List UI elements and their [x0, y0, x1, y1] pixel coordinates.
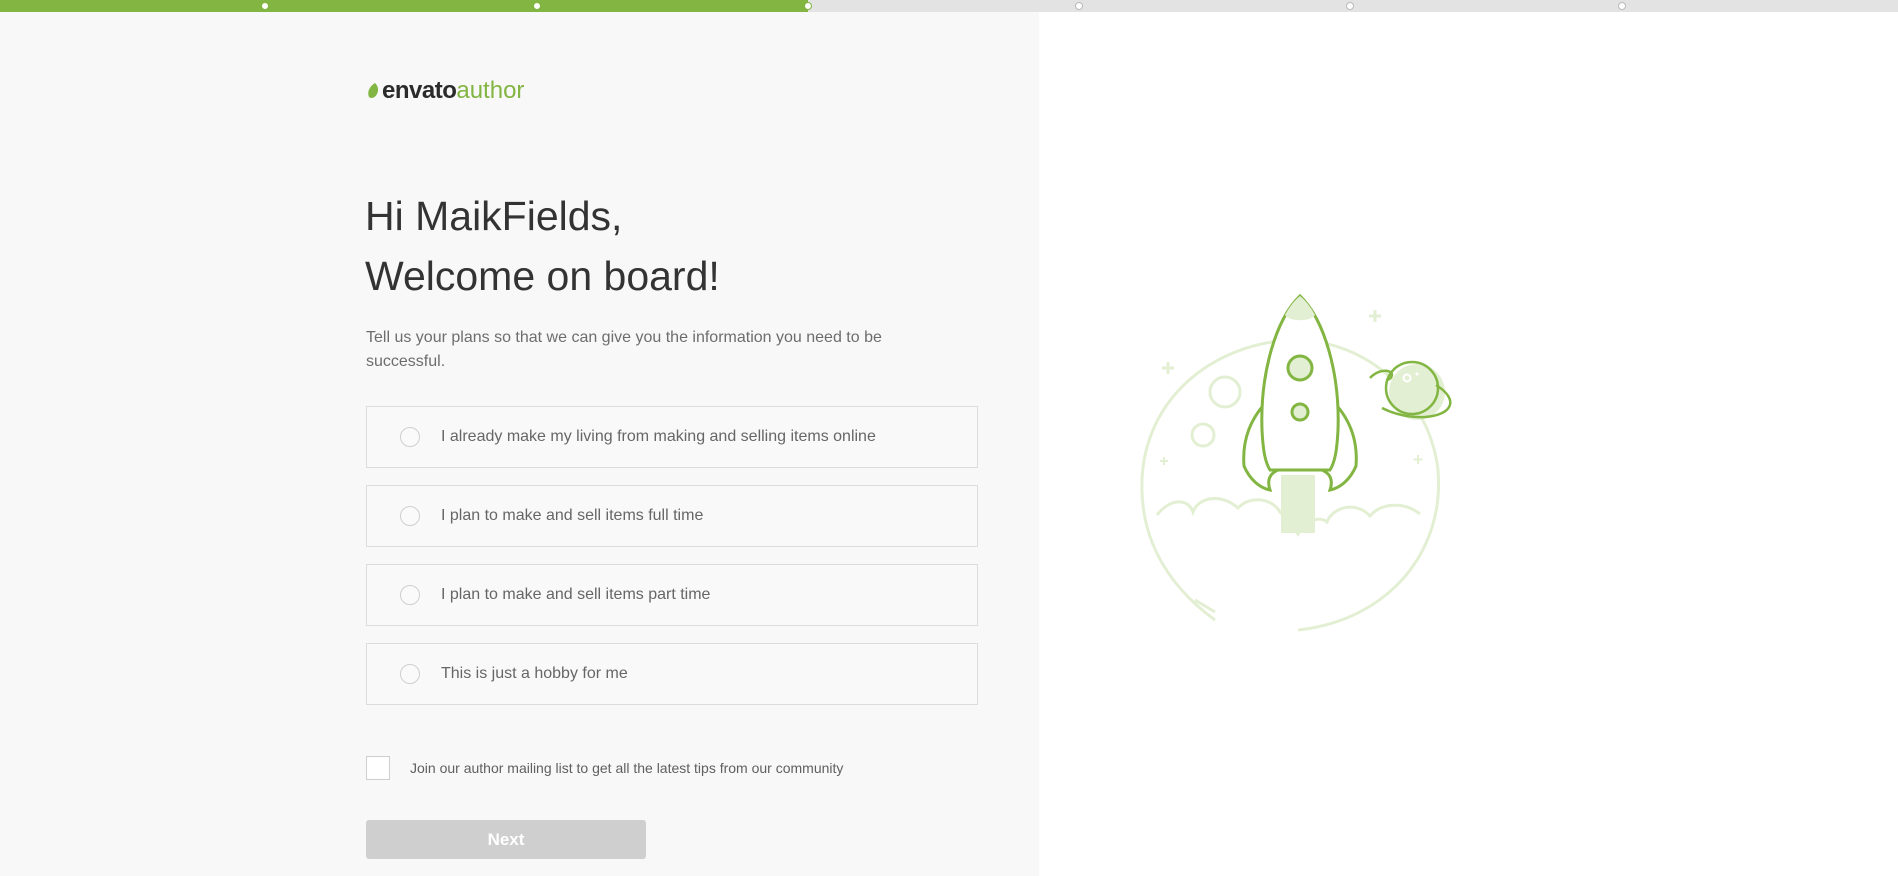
progress-step-marker: [1618, 2, 1626, 10]
mailing-list-opt-in[interactable]: Join our author mailing list to get all …: [366, 756, 843, 780]
onboarding-form-panel: envato author Hi MaikFields, Welcome on b…: [0, 12, 1039, 876]
progress-bar: [0, 0, 1898, 12]
envato-author-logo: envato author: [366, 76, 524, 106]
rocket-illustration-icon: [1140, 293, 1452, 632]
leaf-icon: [368, 83, 379, 98]
radio-button[interactable]: [400, 427, 420, 447]
progress-step-marker: [533, 2, 541, 10]
radio-button[interactable]: [400, 506, 420, 526]
mailing-list-label: Join our author mailing list to get all …: [410, 760, 844, 776]
logo-product-text: author: [456, 77, 525, 104]
plan-option-label: I plan to make and sell items full time: [441, 507, 704, 524]
plan-option-living[interactable]: I already make my living from making and…: [366, 406, 978, 468]
plan-option-label: This is just a hobby for me: [441, 665, 628, 682]
radio-button[interactable]: [400, 585, 420, 605]
plan-option-hobby[interactable]: This is just a hobby for me: [366, 643, 978, 705]
plan-option-label: I plan to make and sell items part time: [441, 586, 711, 603]
radio-button[interactable]: [400, 664, 420, 684]
plan-options: I already make my living from making and…: [366, 406, 978, 722]
next-button[interactable]: Next: [366, 820, 646, 859]
greeting-line-1: Hi MaikFields,: [365, 193, 623, 239]
logo-brand-text: envato: [382, 77, 457, 104]
intro-text: Tell us your plans so that we can give y…: [366, 329, 882, 370]
greeting-line-2: Welcome on board!: [365, 253, 720, 299]
plan-option-full-time[interactable]: I plan to make and sell items full time: [366, 485, 978, 547]
plan-option-part-time[interactable]: I plan to make and sell items part time: [366, 564, 978, 626]
mailing-list-checkbox[interactable]: [366, 756, 390, 780]
progress-step-marker: [261, 2, 269, 10]
page-title: Hi MaikFields, Welcome on board!: [365, 186, 720, 306]
progress-step-marker: [804, 2, 812, 10]
progress-bar-fill: [0, 0, 808, 12]
plan-option-label: I already make my living from making and…: [441, 428, 876, 445]
progress-step-marker: [1346, 2, 1354, 10]
progress-step-marker: [1075, 2, 1083, 10]
